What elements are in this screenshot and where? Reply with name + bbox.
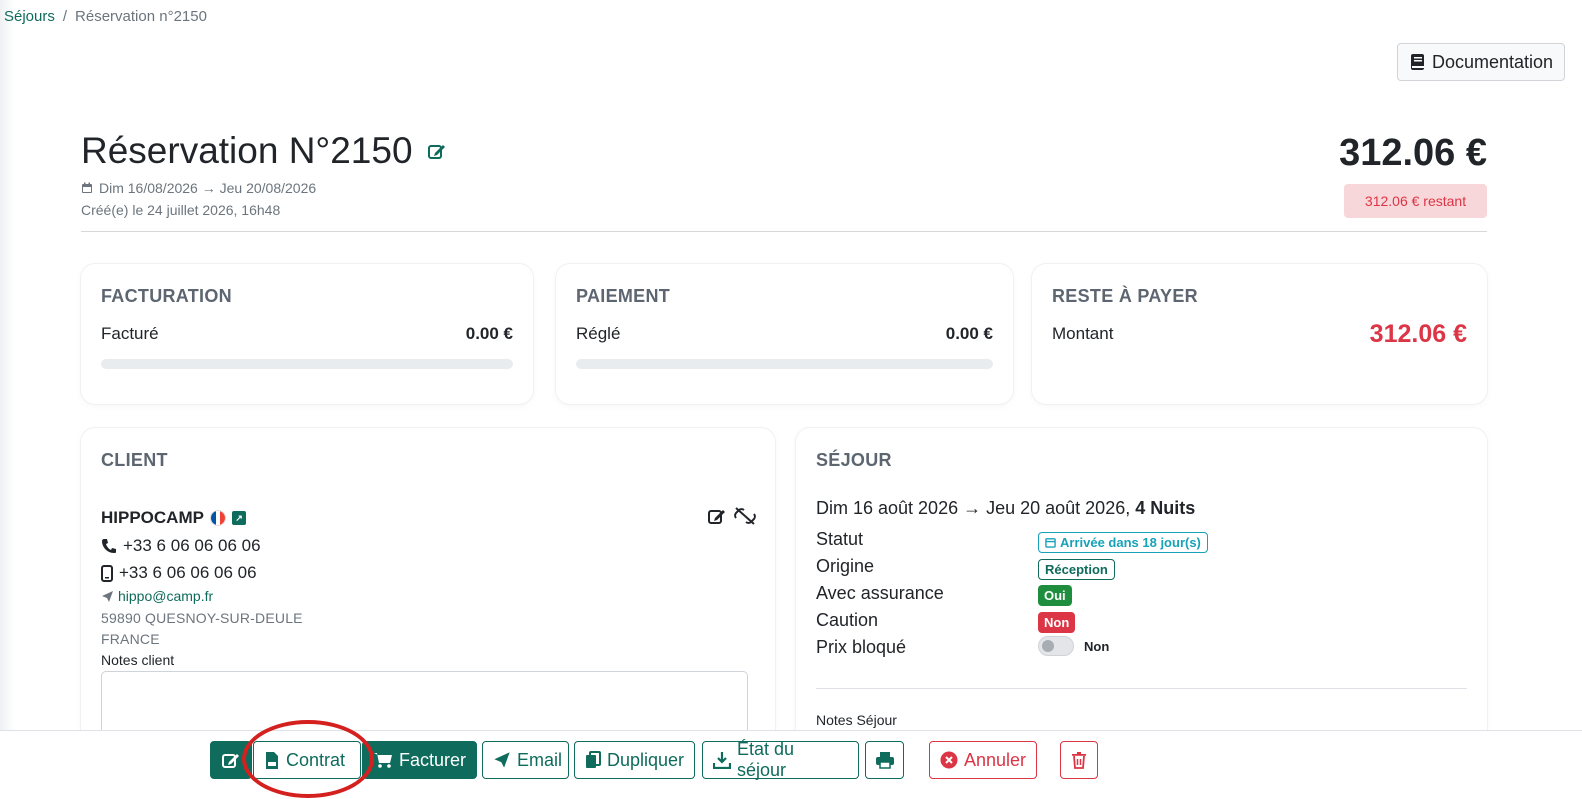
assurance-badge: Oui: [1038, 585, 1072, 606]
client-mobile-text[interactable]: +33 6 06 06 06 06: [119, 563, 257, 583]
facturation-progress: [101, 359, 513, 369]
etat-sejour-button[interactable]: État du séjour: [702, 739, 859, 780]
breadcrumb-separator: /: [62, 8, 68, 25]
facturer-label: Facturer: [399, 749, 467, 770]
stay-dates: Dim 16/08/2026 → Jeu 20/08/2026: [81, 180, 316, 196]
reste-value: 312.06 €: [1369, 320, 1467, 348]
contrat-button[interactable]: Contrat: [253, 741, 361, 779]
caution-label: Caution: [816, 610, 879, 630]
calendar-icon: [81, 182, 93, 194]
paper-plane-icon: [493, 751, 511, 769]
breadcrumb-sejours-link[interactable]: Séjours: [4, 8, 55, 25]
paiement-title: PAIEMENT: [576, 286, 671, 306]
sejour-dates-text: Dim 16 août 2026 → Jeu 20 août 2026,: [816, 498, 1131, 518]
statut-label: Statut: [816, 529, 864, 549]
trash-icon: [1071, 751, 1087, 769]
documentation-label: Documentation: [1432, 51, 1554, 72]
caution-badge: Non: [1038, 612, 1076, 633]
facturation-card: FACTURATION Facturé 0.00 €: [81, 264, 533, 404]
edit-icon: [221, 750, 241, 770]
dupliquer-button[interactable]: Dupliquer: [574, 741, 695, 779]
paiement-value: 0.00 €: [945, 324, 993, 343]
page-title: Réservation N°2150: [81, 130, 447, 172]
etat-sejour-label: État du séjour: [737, 739, 795, 780]
annuler-button[interactable]: Annuler: [929, 741, 1037, 779]
contrat-label: Contrat: [286, 749, 346, 770]
paiement-label: Réglé: [576, 324, 621, 343]
calendar-icon: [1045, 537, 1056, 548]
sejour-divider: [816, 688, 1467, 689]
facturer-button[interactable]: Facturer: [362, 741, 477, 779]
cancel-circle-icon: [940, 751, 958, 769]
print-button[interactable]: [865, 741, 904, 779]
sejour-nights: 4 Nuits: [1135, 498, 1196, 518]
client-country: FRANCE: [101, 631, 160, 647]
client-name-row: HIPPOCAMP ↗: [101, 508, 246, 528]
statut-badge: Arrivée dans 18 jour(s): [1038, 532, 1208, 553]
france-flag-icon: [209, 510, 226, 526]
reste-label: Montant: [1052, 324, 1114, 343]
client-phone: +33 6 06 06 06 06: [101, 536, 261, 556]
delete-button[interactable]: [1060, 741, 1098, 779]
printer-icon: [875, 751, 895, 769]
sejour-notes-label: Notes Séjour: [816, 712, 897, 728]
book-icon: [1410, 53, 1426, 71]
created-date: Créé(e) le 24 juillet 2026, 16h48: [81, 202, 281, 218]
client-mobile: +33 6 06 06 06 06: [101, 563, 257, 583]
origine-badge: Réception: [1038, 559, 1115, 580]
statut-text: Arrivée dans 18 jour(s): [1060, 535, 1201, 550]
facturation-label: Facturé: [101, 324, 159, 343]
pdf-file-icon: [264, 751, 280, 770]
facturation-value: 0.00 €: [465, 324, 513, 343]
facturation-title: FACTURATION: [101, 286, 232, 306]
edit-client-icon[interactable]: [707, 506, 727, 526]
email-button[interactable]: Email: [482, 741, 569, 779]
client-actions: [707, 506, 757, 526]
sejour-title: SÉJOUR: [816, 450, 892, 470]
client-notes-label: Notes client: [101, 652, 175, 668]
prix-bloque-value: Non: [1084, 638, 1110, 654]
remaining-badge: 312.06 € restant: [1344, 184, 1487, 218]
sidebar-edge: [0, 0, 14, 730]
documentation-button[interactable]: Documentation: [1397, 43, 1565, 81]
client-email-link[interactable]: hippo@camp.fr: [118, 588, 213, 604]
header-divider: [81, 231, 1487, 232]
sejour-dates: Dim 16 août 2026 → Jeu 20 août 2026, 4 N…: [816, 498, 1195, 519]
copy-icon: [585, 751, 601, 769]
external-link-icon[interactable]: ↗: [231, 511, 246, 525]
assurance-label: Avec assurance: [816, 583, 944, 603]
breadcrumb-current: Réservation n°2150: [75, 8, 207, 25]
prix-bloque-control: Non: [1038, 636, 1109, 656]
client-email: hippo@camp.fr: [101, 588, 213, 604]
client-phone-text[interactable]: +33 6 06 06 06 06: [123, 536, 261, 556]
client-title: CLIENT: [101, 450, 168, 470]
unlink-icon[interactable]: [733, 506, 757, 526]
edit-icon[interactable]: [427, 141, 447, 161]
client-name[interactable]: HIPPOCAMP: [101, 508, 204, 528]
paiement-progress: [576, 359, 993, 369]
dupliquer-label: Dupliquer: [607, 749, 685, 770]
reservation-title: Réservation N°2150: [81, 130, 413, 171]
reste-title: RESTE À PAYER: [1052, 286, 1198, 306]
reservation-page: Séjours / Réservation n°2150 Documentati…: [0, 0, 1582, 799]
client-city: 59890 QUESNOY-SUR-DEULE: [101, 610, 303, 626]
cart-icon: [373, 751, 393, 769]
client-card: CLIENT HIPPOCAMP ↗ +33 6 06 06 06 06 +33…: [81, 428, 775, 748]
breadcrumb: Séjours / Réservation n°2150: [4, 8, 207, 25]
total-amount: 312.06 €: [1339, 132, 1487, 174]
stay-dates-text: Dim 16/08/2026 → Jeu 20/08/2026: [99, 180, 317, 196]
annuler-label: Annuler: [964, 749, 1027, 770]
mobile-icon: [101, 564, 113, 582]
paper-plane-icon: [101, 590, 114, 603]
phone-icon: [101, 538, 117, 554]
origine-label: Origine: [816, 556, 875, 576]
email-label: Email: [517, 749, 563, 770]
prix-bloque-label: Prix bloqué: [816, 637, 907, 657]
download-icon: [713, 751, 731, 769]
paiement-card: PAIEMENT Réglé 0.00 €: [556, 264, 1013, 404]
reste-card: RESTE À PAYER Montant 312.06 €: [1032, 264, 1487, 404]
prix-bloque-toggle[interactable]: [1038, 636, 1074, 656]
sejour-card: SÉJOUR Dim 16 août 2026 → Jeu 20 août 20…: [796, 428, 1487, 748]
edit-button[interactable]: [210, 741, 252, 779]
